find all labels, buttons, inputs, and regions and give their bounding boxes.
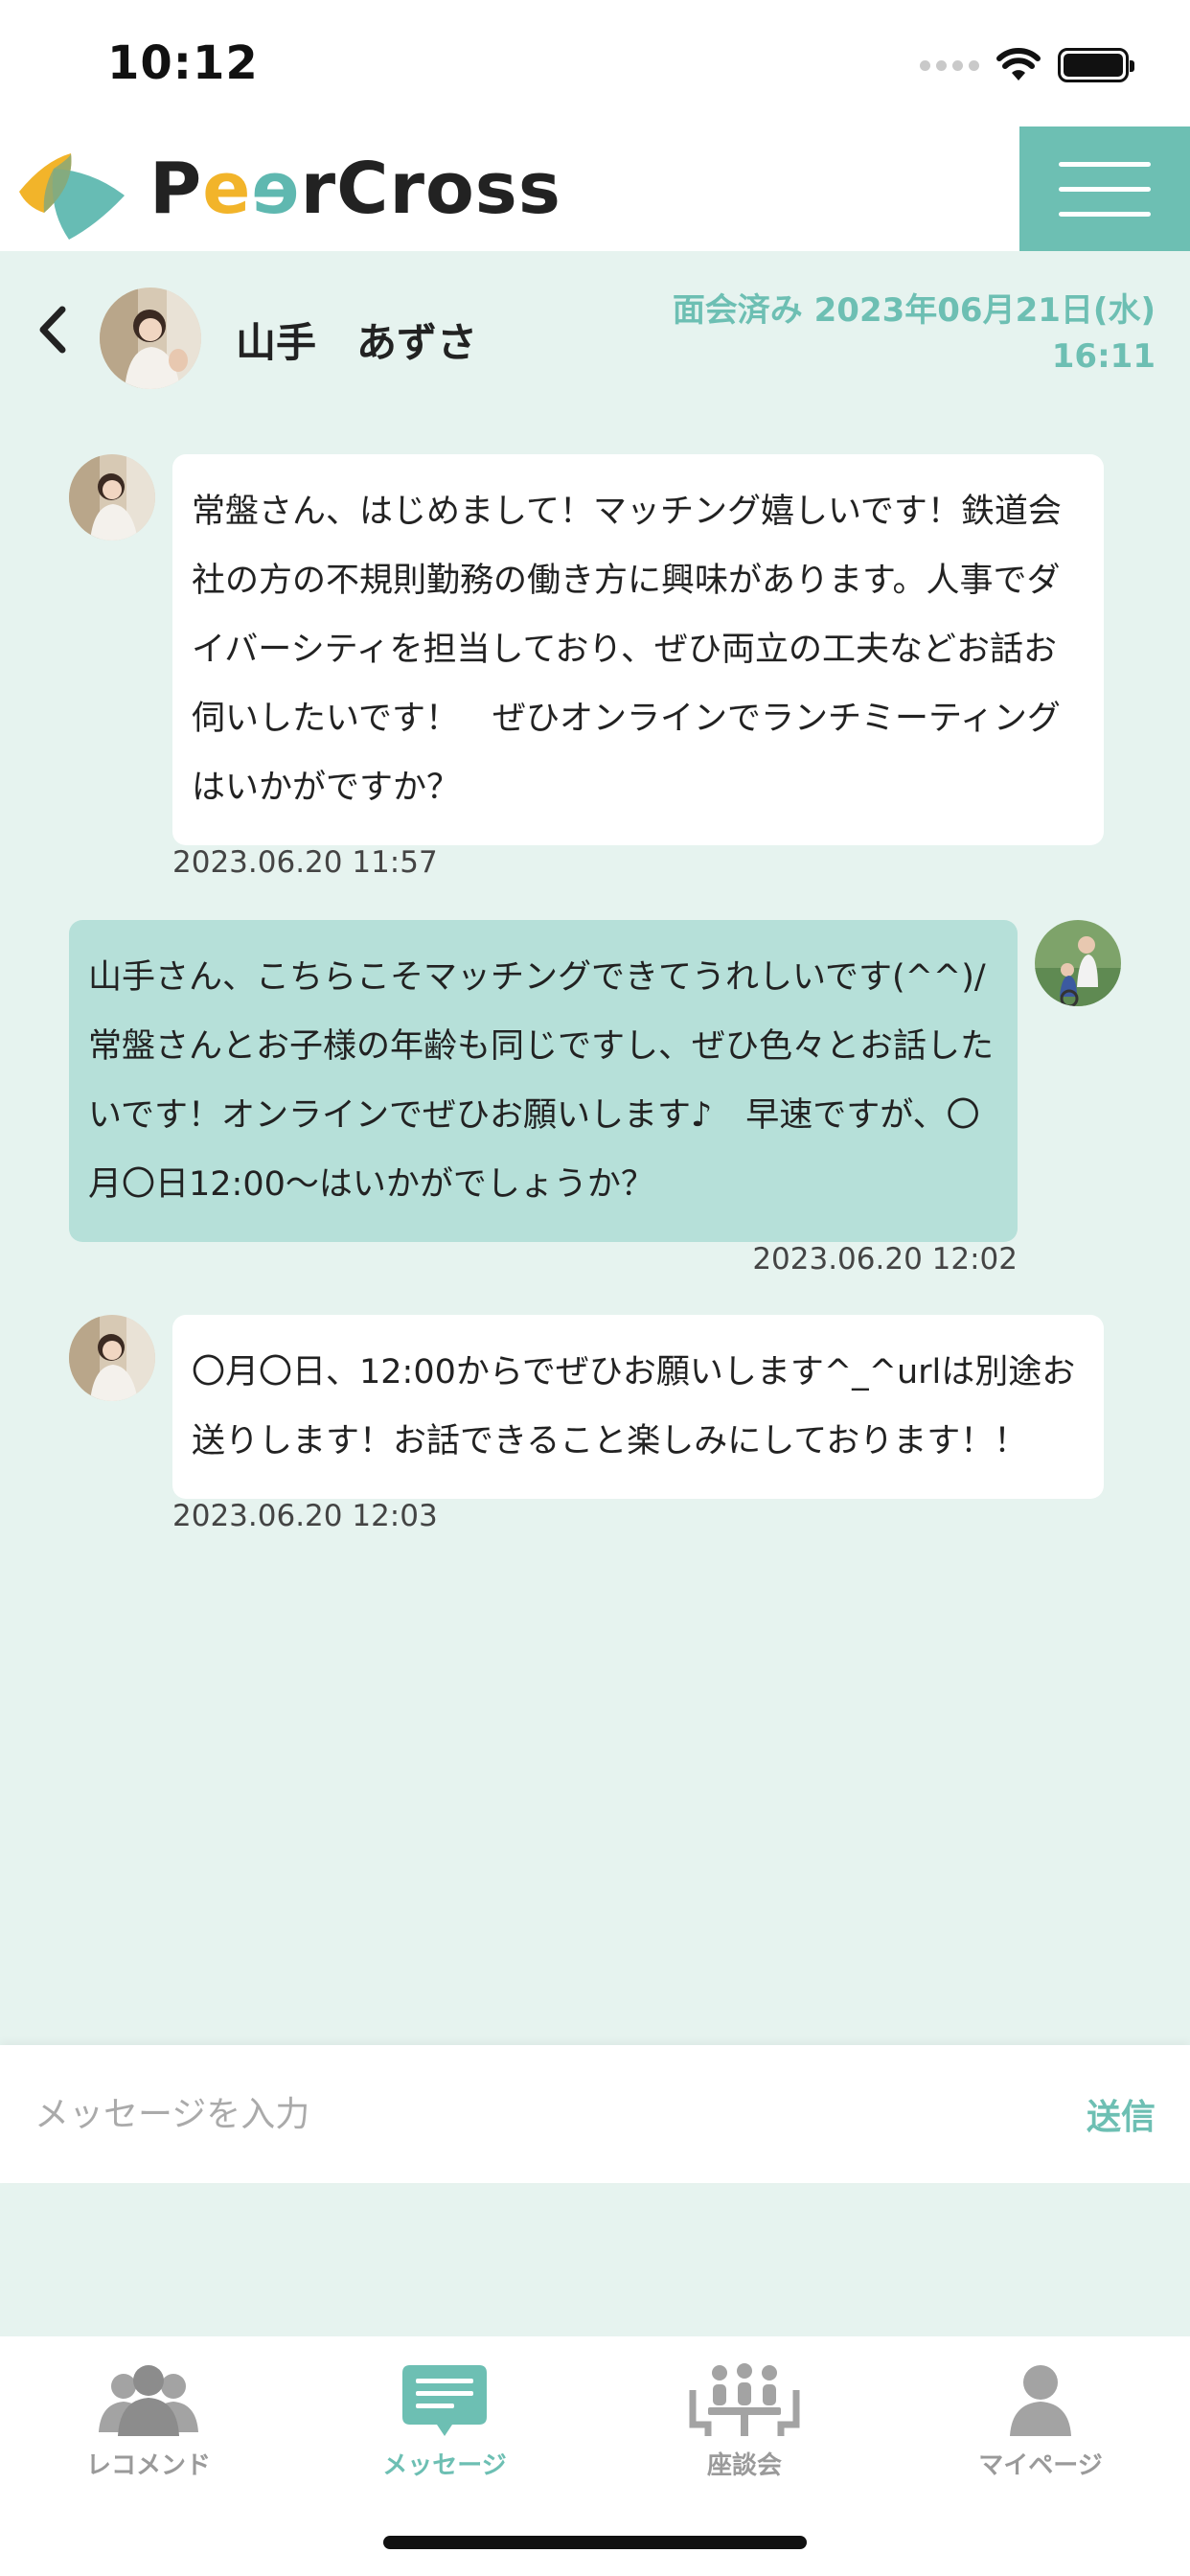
home-indicator[interactable] [383, 2536, 807, 2549]
nav-item-roundtable[interactable]: 座談会 [629, 2361, 859, 2496]
nav-item-message[interactable]: メッセージ [330, 2361, 560, 2496]
send-button[interactable]: 送信 [1087, 2089, 1156, 2139]
meeting-status: 面会済み 2023年06月21日(水) 16:11 [673, 288, 1156, 380]
message-input-bar: 送信 [0, 2045, 1190, 2183]
status-icons [920, 46, 1134, 84]
nav-label: 座談会 [706, 2451, 782, 2480]
battery-icon [1058, 48, 1134, 82]
nav-label: メッセージ [382, 2451, 507, 2480]
message-bubble-received[interactable]: 〇月〇日、12:00からでぜひお願いします^_^urlは別途お送りします！お話で… [172, 1315, 1104, 1499]
nav-label: レコメンド [85, 2451, 211, 2480]
logo-text: PeɘrCross [149, 148, 561, 230]
nav-item-recommend[interactable]: レコメンド [34, 2361, 263, 2496]
wifi-icon [996, 48, 1041, 80]
partner-photo [69, 454, 155, 540]
message-bubble-sent[interactable]: 山手さん、こちらこそマッチングできてうれしいです(^^)/常盤さんとお子様の年齢… [69, 920, 1018, 1242]
my-photo [1035, 920, 1121, 1006]
chevron-left-icon [39, 306, 66, 354]
meeting-status-time: 16:11 [1051, 337, 1156, 376]
message-timestamp: 2023.06.20 11:57 [172, 845, 438, 880]
partner-avatar-small[interactable] [69, 1315, 155, 1401]
my-avatar-small[interactable] [1035, 920, 1121, 1006]
nav-label: マイページ [978, 2451, 1103, 2480]
partner-photo [69, 1315, 155, 1401]
roundtable-icon [689, 2363, 800, 2436]
message-timestamp: 2023.06.20 12:02 [752, 1242, 1018, 1276]
partner-avatar[interactable] [100, 288, 201, 389]
meeting-status-date: 面会済み 2023年06月21日(水) [672, 291, 1156, 330]
message-bubble-received[interactable]: 常盤さん、はじめまして！マッチング嬉しいです！鉄道会社の方の不規則勤務の働き方に… [172, 454, 1104, 845]
chat-header: 山手 あずさ 面会済み 2023年06月21日(水) 16:11 [0, 251, 1190, 404]
message-icon [402, 2365, 487, 2436]
partner-photo [100, 288, 201, 389]
hamburger-menu-button[interactable] [1019, 126, 1190, 251]
message-timestamp: 2023.06.20 12:03 [172, 1499, 438, 1533]
message-input[interactable] [34, 2072, 1012, 2156]
message-screen: 10:12 PeɘrCross 山手 あずさ 面会済み 2023年06月21日(… [0, 0, 1190, 2576]
app-logo[interactable]: PeɘrCross [15, 126, 561, 251]
back-button[interactable] [29, 301, 77, 358]
people-icon [99, 2365, 198, 2436]
partner-name: 山手 あずさ [236, 319, 478, 366]
app-header: PeɘrCross [0, 126, 1190, 251]
status-time: 10:12 [107, 36, 259, 90]
logo-mark-icon [19, 153, 125, 240]
user-icon [1010, 2365, 1071, 2436]
partner-avatar-small[interactable] [69, 454, 155, 540]
signal-icon [920, 59, 979, 71]
nav-item-mypage[interactable]: マイページ [926, 2361, 1156, 2496]
status-bar: 10:12 [0, 0, 1190, 126]
